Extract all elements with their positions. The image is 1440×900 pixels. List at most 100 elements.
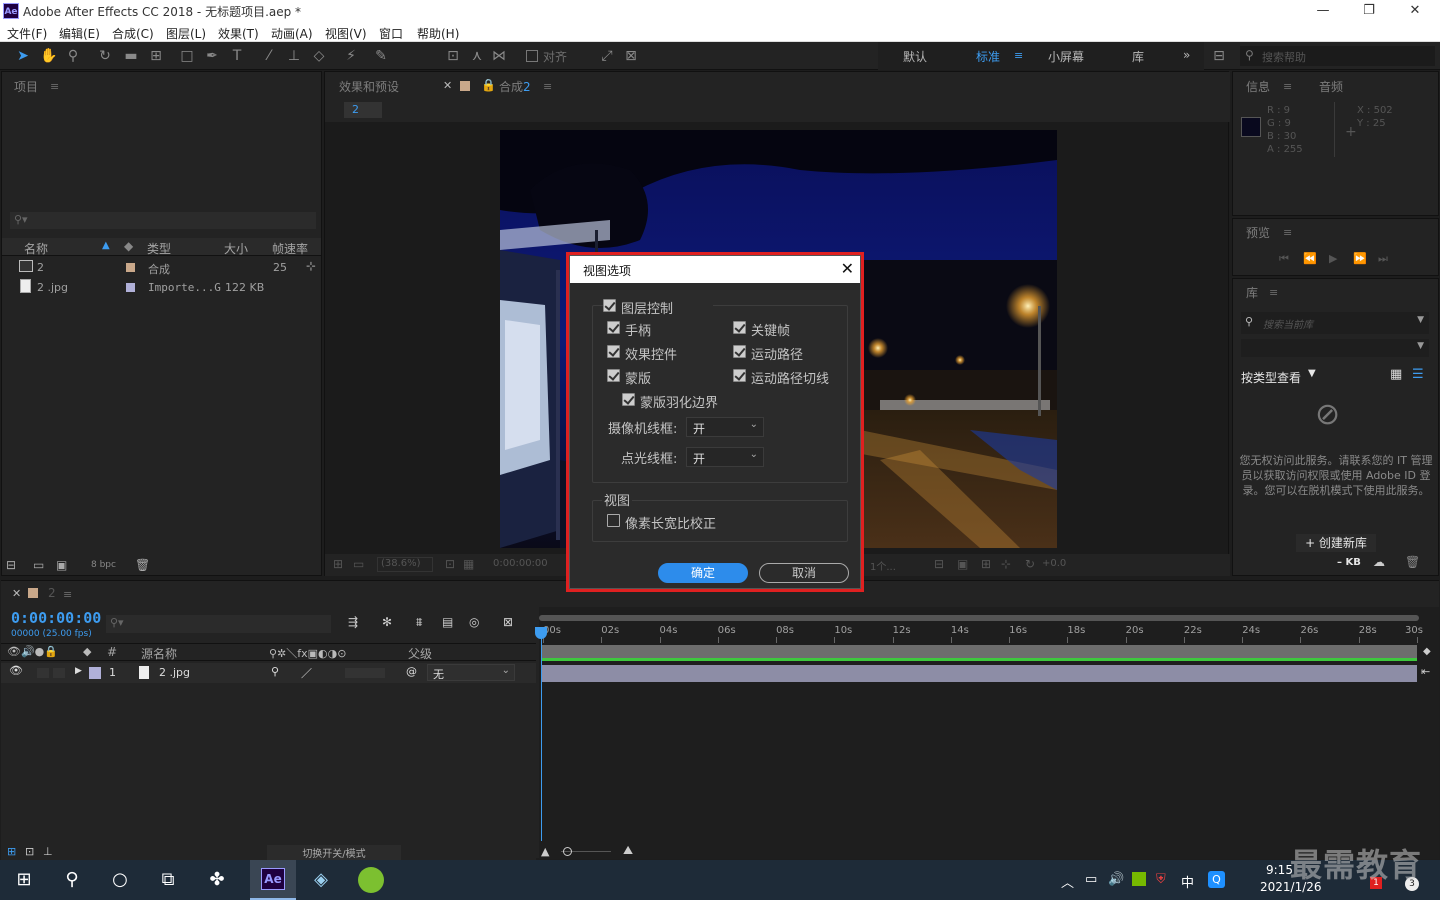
fast-preview-icon[interactable]: ▣ bbox=[957, 557, 968, 571]
comp-timecode[interactable]: 0:00:00:00 bbox=[493, 558, 548, 569]
list-view-icon[interactable]: ☰ bbox=[1412, 367, 1424, 382]
sync-settings-icon[interactable]: ⊟ bbox=[1210, 47, 1228, 65]
interpret-footage-icon[interactable]: ⊟ bbox=[6, 558, 16, 572]
comp-tab[interactable]: 合成2 bbox=[499, 78, 531, 95]
motion-path-tangents-checkbox-row[interactable]: 运动路径切线 bbox=[733, 368, 843, 387]
workspace-small-screen[interactable]: 小屏幕 bbox=[1048, 48, 1084, 65]
effect-controls-checkbox-row[interactable]: 效果控件 bbox=[607, 344, 717, 363]
keyframes-checkbox-row[interactable]: 关键帧 bbox=[733, 320, 843, 339]
cancel-button[interactable]: 取消 bbox=[759, 563, 849, 583]
ok-button[interactable]: 确定 bbox=[658, 563, 748, 583]
menu-edit[interactable]: 编辑(E) bbox=[59, 25, 100, 42]
camera-tool-icon[interactable]: ▬ bbox=[122, 47, 140, 65]
zoom-slider-handle[interactable] bbox=[563, 847, 572, 856]
menu-window[interactable]: 窗口 bbox=[379, 25, 403, 42]
puppet-tool-icon[interactable]: ✎ bbox=[372, 47, 390, 65]
label-color-swatch[interactable] bbox=[126, 283, 135, 292]
menu-help[interactable]: 帮助(H) bbox=[417, 25, 459, 42]
cloud-sync-icon[interactable]: ☁ bbox=[1373, 555, 1385, 569]
library-menu-icon[interactable]: ≡ bbox=[1269, 286, 1278, 299]
time-ruler[interactable]: 00s 02s 04s 06s 08s 10s 12s 14s 16s 18s 20s 22s 24s 2… bbox=[539, 607, 1423, 647]
layer-switches-icon[interactable]: ⊞ bbox=[7, 845, 16, 858]
layer-controls-checkbox[interactable] bbox=[603, 299, 616, 312]
restore-button[interactable]: ❐ bbox=[1346, 0, 1392, 22]
playhead-handle[interactable] bbox=[535, 627, 547, 639]
first-frame-icon[interactable]: ⏮ bbox=[1279, 252, 1289, 266]
pick-whip-icon[interactable]: @ bbox=[406, 665, 417, 678]
project-item-row[interactable]: 2 合成 25 ⊹ bbox=[2, 258, 321, 278]
menu-view[interactable]: 视图(V) bbox=[325, 25, 367, 42]
align-checkbox[interactable] bbox=[526, 50, 538, 62]
col-fps[interactable]: 帧速率 bbox=[272, 240, 308, 257]
project-item-row[interactable]: 2 .jpg Importe...G 122 KB bbox=[2, 278, 321, 298]
flowchart-icon[interactable]: ⊹ bbox=[1001, 557, 1011, 571]
col-size[interactable]: 大小 bbox=[224, 240, 248, 257]
col-name[interactable]: 名称 bbox=[24, 240, 48, 257]
zoom-out-icon[interactable]: ▲ bbox=[541, 845, 549, 858]
switch-boxes[interactable] bbox=[345, 668, 385, 678]
chevron-down-icon[interactable]: ▼ bbox=[1308, 368, 1316, 379]
motion-paths-checkbox-row[interactable]: 运动路径 bbox=[733, 344, 843, 363]
roto-brush-tool-icon[interactable]: ⚡ bbox=[342, 47, 360, 65]
project-tab[interactable]: 项目 bbox=[14, 78, 38, 95]
timeline-search-input[interactable]: ⚲▾ bbox=[106, 615, 331, 633]
handles-checkbox-row[interactable]: 手柄 bbox=[607, 320, 717, 339]
mask-feather-checkbox[interactable] bbox=[622, 393, 635, 406]
timeline-timecode[interactable]: 0:00:00:00 bbox=[11, 609, 101, 627]
mask-feather-checkbox-row[interactable]: 蒙版羽化边界 bbox=[622, 392, 742, 411]
flowchart-icon[interactable]: ⊹ bbox=[306, 259, 316, 273]
project-search-input[interactable]: ⚲▾ bbox=[10, 212, 316, 229]
transfer-controls-icon[interactable]: ⊡ bbox=[25, 845, 34, 858]
expand-triangle-icon[interactable]: ▶ bbox=[75, 666, 82, 676]
next-frame-icon[interactable]: ⏩ bbox=[1353, 252, 1367, 265]
play-icon[interactable]: ▶ bbox=[1329, 252, 1337, 265]
solo-toggle[interactable] bbox=[37, 668, 49, 678]
nvidia-icon[interactable] bbox=[1132, 872, 1146, 886]
transparency-grid-icon[interactable]: ▦ bbox=[463, 557, 474, 571]
menu-file[interactable]: 文件(F) bbox=[7, 25, 47, 42]
label-color-swatch[interactable] bbox=[126, 263, 135, 272]
type-tool-icon[interactable]: T bbox=[228, 47, 246, 65]
layer-marker-icon[interactable]: ⇤ bbox=[1421, 665, 1430, 678]
current-time-indicator[interactable] bbox=[541, 627, 542, 841]
clock-time[interactable]: 9:15 bbox=[1266, 863, 1293, 877]
layer-duration-bar[interactable] bbox=[541, 665, 1417, 682]
menu-composition[interactable]: 合成(C) bbox=[112, 25, 154, 42]
menu-animation[interactable]: 动画(A) bbox=[271, 25, 313, 42]
network-icon[interactable]: ▭ bbox=[1085, 872, 1097, 887]
input-language[interactable]: 中 bbox=[1181, 872, 1194, 891]
zoom-in-icon[interactable]: ⛰ bbox=[623, 843, 633, 858]
last-frame-icon[interactable]: ⏭ bbox=[1378, 252, 1388, 266]
view-axis-icon[interactable]: ⋈ bbox=[490, 47, 508, 65]
sort-up-icon[interactable]: ▲ bbox=[102, 240, 110, 251]
audio-tab[interactable]: 音频 bbox=[1319, 78, 1343, 95]
comp-marker-icon[interactable]: ◆ bbox=[1423, 646, 1431, 657]
shy-layers-icon[interactable]: ⩩ bbox=[416, 615, 422, 630]
info-tab[interactable]: 信息 bbox=[1246, 78, 1270, 95]
more-workspaces-icon[interactable]: » bbox=[1183, 48, 1190, 62]
col-parent[interactable]: 父级 bbox=[408, 645, 432, 662]
menu-effect[interactable]: 效果(T) bbox=[218, 25, 259, 42]
draft-3d-icon[interactable]: ✻ bbox=[382, 615, 392, 629]
comp-menu-icon[interactable]: ≡ bbox=[543, 80, 552, 93]
task-view-icon[interactable]: ⧉ bbox=[156, 868, 180, 892]
volume-icon[interactable]: 🔊 bbox=[1108, 872, 1124, 887]
keyframes-checkbox[interactable] bbox=[733, 321, 746, 334]
workspace-libraries[interactable]: 库 bbox=[1132, 48, 1144, 65]
reset-exposure-icon[interactable]: ↻ bbox=[1025, 557, 1035, 571]
timeline-menu-icon[interactable]: ≡ bbox=[63, 588, 72, 601]
dialog-close-icon[interactable]: ✕ bbox=[841, 259, 854, 278]
local-axis-icon[interactable]: ⊡ bbox=[444, 47, 462, 65]
hand-tool-icon[interactable]: ✋ bbox=[40, 47, 58, 65]
graph-editor-icon[interactable]: ⊠ bbox=[503, 615, 513, 629]
create-library-button[interactable]: + 创建新库 bbox=[1296, 534, 1376, 552]
preview-tab[interactable]: 预览 bbox=[1246, 224, 1270, 241]
motion-paths-checkbox[interactable] bbox=[733, 345, 746, 358]
col-source-name[interactable]: 源名称 bbox=[141, 645, 177, 662]
chevron-down-icon[interactable]: ▼ bbox=[1417, 315, 1424, 325]
pan-behind-tool-icon[interactable]: ⊞ bbox=[147, 47, 165, 65]
pixel-aspect-checkbox-row[interactable]: 像素长宽比校正 bbox=[607, 513, 747, 532]
quality-switch-icon[interactable]: ／ bbox=[301, 665, 312, 681]
snap-options-icon[interactable]: ⊠ bbox=[622, 47, 640, 65]
col-type[interactable]: 类型 bbox=[147, 240, 171, 257]
